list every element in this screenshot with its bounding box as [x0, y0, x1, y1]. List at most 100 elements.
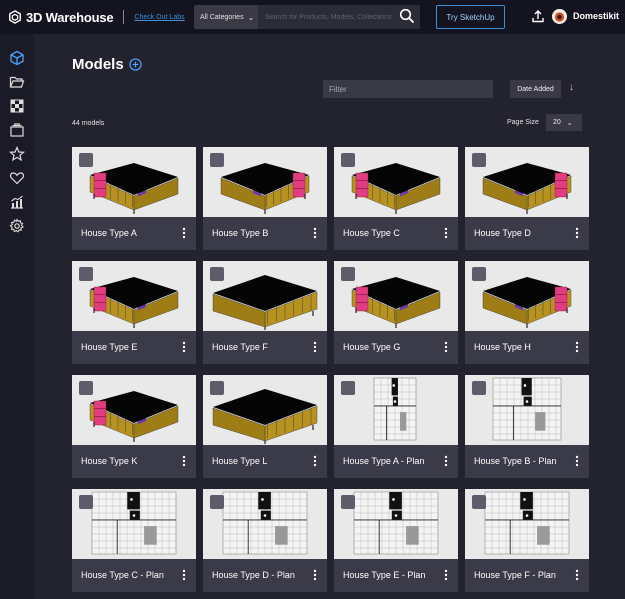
more-options-icon[interactable] [575, 569, 579, 581]
model-name[interactable]: House Type E [81, 342, 137, 352]
model-thumbnail[interactable] [203, 375, 327, 445]
select-checkbox[interactable] [341, 267, 355, 281]
select-checkbox[interactable] [472, 267, 486, 281]
model-name[interactable]: House Type C [343, 228, 400, 238]
model-card[interactable]: House Type E - Plan [334, 489, 458, 592]
model-name[interactable]: House Type D [474, 228, 531, 238]
more-options-icon[interactable] [182, 455, 186, 467]
select-checkbox[interactable] [210, 153, 224, 167]
sidebar-item-models[interactable] [9, 50, 25, 66]
model-name[interactable]: House Type L [212, 456, 267, 466]
select-checkbox[interactable] [341, 495, 355, 509]
more-options-icon[interactable] [313, 227, 317, 239]
model-name[interactable]: House Type A [81, 228, 137, 238]
model-name[interactable]: House Type H [474, 342, 531, 352]
model-name[interactable]: House Type C - Plan [81, 570, 164, 580]
model-card[interactable]: House Type G [334, 261, 458, 364]
model-name[interactable]: House Type A - Plan [343, 456, 424, 466]
upload-icon[interactable] [531, 9, 545, 23]
more-options-icon[interactable] [444, 227, 448, 239]
more-options-icon[interactable] [444, 455, 448, 467]
sidebar-item-favorites[interactable] [8, 145, 26, 162]
model-thumbnail[interactable] [72, 375, 196, 445]
model-thumbnail[interactable] [334, 375, 458, 445]
sidebar-item-folders[interactable] [9, 74, 25, 90]
model-thumbnail[interactable] [465, 489, 589, 559]
model-thumbnail[interactable] [465, 147, 589, 217]
model-card[interactable]: House Type A - Plan [334, 375, 458, 478]
sidebar-item-analytics[interactable] [9, 194, 25, 210]
category-select[interactable]: All Categories ⌄ [194, 5, 258, 29]
more-options-icon[interactable] [313, 341, 317, 353]
select-checkbox[interactable] [341, 153, 355, 167]
model-card[interactable]: House Type F [203, 261, 327, 364]
select-checkbox[interactable] [79, 495, 93, 509]
select-checkbox[interactable] [210, 381, 224, 395]
select-checkbox[interactable] [472, 495, 486, 509]
try-sketchup-button[interactable]: Try SketchUp [436, 5, 505, 29]
model-name[interactable]: House Type F [212, 342, 268, 352]
model-card[interactable]: House Type B - Plan [465, 375, 589, 478]
model-thumbnail[interactable] [334, 147, 458, 217]
model-thumbnail[interactable] [334, 489, 458, 559]
model-thumbnail[interactable] [72, 261, 196, 331]
model-name[interactable]: House Type B [212, 228, 268, 238]
add-model-icon[interactable] [129, 58, 142, 71]
model-card[interactable]: House Type L [203, 375, 327, 478]
more-options-icon[interactable] [575, 341, 579, 353]
select-checkbox[interactable] [472, 381, 486, 395]
more-options-icon[interactable] [182, 341, 186, 353]
search-icon[interactable] [399, 8, 415, 24]
model-card[interactable]: House Type H [465, 261, 589, 364]
sidebar-item-settings[interactable] [9, 218, 25, 234]
sidebar-item-likes[interactable] [9, 170, 25, 186]
select-checkbox[interactable] [341, 381, 355, 395]
model-card[interactable]: House Type C [334, 147, 458, 250]
model-name[interactable]: House Type E - Plan [343, 570, 425, 580]
select-checkbox[interactable] [79, 153, 93, 167]
model-thumbnail[interactable] [72, 489, 196, 559]
sidebar-item-materials[interactable] [9, 98, 25, 114]
filter-input[interactable] [323, 80, 493, 98]
sidebar-item-collections[interactable] [9, 122, 25, 138]
model-card[interactable]: House Type K [72, 375, 196, 478]
select-checkbox[interactable] [472, 153, 486, 167]
model-thumbnail[interactable] [203, 147, 327, 217]
model-card[interactable]: House Type D [465, 147, 589, 250]
more-options-icon[interactable] [182, 569, 186, 581]
model-name[interactable]: House Type D - Plan [212, 570, 295, 580]
model-card[interactable]: House Type F - Plan [465, 489, 589, 592]
more-options-icon[interactable] [313, 455, 317, 467]
avatar[interactable] [552, 9, 567, 24]
model-card[interactable]: House Type E [72, 261, 196, 364]
select-checkbox[interactable] [79, 381, 93, 395]
select-checkbox[interactable] [79, 267, 93, 281]
page-size-select[interactable]: 20 ⌄ [546, 114, 582, 131]
model-thumbnail[interactable] [465, 375, 589, 445]
model-thumbnail[interactable] [465, 261, 589, 331]
more-options-icon[interactable] [444, 341, 448, 353]
model-card[interactable]: House Type D - Plan [203, 489, 327, 592]
model-thumbnail[interactable] [72, 147, 196, 217]
more-options-icon[interactable] [182, 227, 186, 239]
model-name[interactable]: House Type G [343, 342, 400, 352]
model-thumbnail[interactable] [203, 489, 327, 559]
model-name[interactable]: House Type B - Plan [474, 456, 556, 466]
select-checkbox[interactable] [210, 267, 224, 281]
more-options-icon[interactable] [575, 455, 579, 467]
model-card[interactable]: House Type B [203, 147, 327, 250]
sort-direction-arrow-icon[interactable]: ↓ [569, 82, 574, 93]
labs-link[interactable]: Check Out Labs [134, 14, 184, 21]
sort-select[interactable]: Date Added [510, 80, 561, 98]
username[interactable]: Domestikit [573, 11, 619, 21]
brand-logo[interactable]: 3D Warehouse [8, 10, 114, 25]
model-thumbnail[interactable] [334, 261, 458, 331]
model-card[interactable]: House Type A [72, 147, 196, 250]
model-thumbnail[interactable] [203, 261, 327, 331]
model-name[interactable]: House Type K [81, 456, 137, 466]
more-options-icon[interactable] [444, 569, 448, 581]
model-name[interactable]: House Type F - Plan [474, 570, 556, 580]
search-input[interactable] [258, 5, 420, 29]
more-options-icon[interactable] [313, 569, 317, 581]
select-checkbox[interactable] [210, 495, 224, 509]
